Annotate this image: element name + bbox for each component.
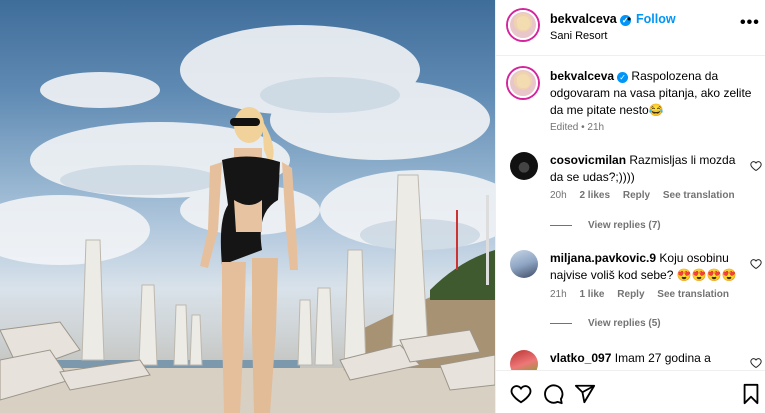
- comment-username[interactable]: vlatko_097: [550, 351, 611, 365]
- see-translation-button[interactable]: See translation: [657, 289, 729, 300]
- post-caption: bekvalceva ✓ Raspolozena da odgovaram na …: [496, 62, 765, 140]
- see-translation-button[interactable]: See translation: [663, 190, 735, 201]
- heart-icon[interactable]: [750, 258, 762, 270]
- comment-meta: 20h 2 likes Reply See translation: [550, 190, 745, 201]
- commenter-avatar[interactable]: [510, 350, 538, 370]
- comment-username[interactable]: miljana.pavkovic.9: [550, 251, 656, 265]
- heart-icon[interactable]: [510, 383, 532, 405]
- follow-button[interactable]: Follow: [636, 12, 676, 26]
- author-username[interactable]: bekvalceva ✓: [550, 12, 631, 26]
- replies-divider: [550, 224, 572, 226]
- comment-item: vlatko_097 Imam 27 godina a skoro to od …: [496, 348, 765, 370]
- author-avatar[interactable]: [508, 10, 538, 40]
- comment-username[interactable]: cosovicmilan: [550, 153, 626, 167]
- comment-likes[interactable]: 2 likes: [579, 190, 610, 201]
- comment-text-block: cosovicmilan Razmisljas li mozda da se u…: [550, 152, 740, 186]
- beach-scene-illustration: [0, 25, 495, 413]
- header-separator: •: [627, 12, 632, 26]
- caption-username[interactable]: bekvalceva: [550, 69, 614, 83]
- post-action-bar: [496, 370, 765, 413]
- comment-time[interactable]: 21h: [550, 289, 567, 300]
- caption-text-block: bekvalceva ✓ Raspolozena da odgovaram na …: [550, 68, 755, 119]
- commenter-avatar[interactable]: [510, 250, 538, 278]
- comment-meta: 21h 1 like Reply See translation: [550, 289, 739, 300]
- comment-time[interactable]: 20h: [550, 190, 567, 201]
- post-photo[interactable]: [0, 0, 495, 413]
- commenter-avatar[interactable]: [510, 152, 538, 180]
- more-horizontal-icon[interactable]: •••: [740, 14, 760, 32]
- view-replies-button[interactable]: View replies (7): [550, 220, 661, 231]
- comment-likes[interactable]: 1 like: [579, 289, 604, 300]
- view-replies-label[interactable]: View replies (7): [588, 220, 661, 231]
- post-header: bekvalceva ✓ • Follow Sani Resort •••: [496, 0, 765, 56]
- bookmark-icon[interactable]: [740, 383, 762, 405]
- comment-text-block: vlatko_097 Imam 27 godina a skoro to od …: [550, 350, 740, 370]
- comment-text-block: miljana.pavkovic.9 Koju osobinu najvise …: [550, 250, 740, 284]
- post-location[interactable]: Sani Resort: [550, 30, 607, 42]
- view-replies-button[interactable]: View replies (5): [550, 318, 661, 329]
- share-icon[interactable]: [574, 383, 596, 405]
- reply-button[interactable]: Reply: [617, 289, 644, 300]
- view-replies-label[interactable]: View replies (5): [588, 318, 661, 329]
- caption-author-avatar[interactable]: [508, 68, 538, 98]
- caption-edited-label: Edited: [550, 122, 579, 133]
- heart-icon[interactable]: [750, 357, 762, 369]
- caption-meta: Edited • 21h: [550, 122, 605, 133]
- post-side-panel: bekvalceva ✓ • Follow Sani Resort ••• bek…: [495, 0, 765, 413]
- reply-button[interactable]: Reply: [623, 190, 650, 201]
- caption-time[interactable]: 21h: [587, 122, 604, 133]
- verified-badge-icon: ✓: [617, 72, 629, 83]
- heart-icon[interactable]: [750, 160, 762, 172]
- replies-divider: [550, 322, 572, 324]
- comment-icon[interactable]: [542, 383, 564, 405]
- author-username-text[interactable]: bekvalceva: [550, 12, 617, 26]
